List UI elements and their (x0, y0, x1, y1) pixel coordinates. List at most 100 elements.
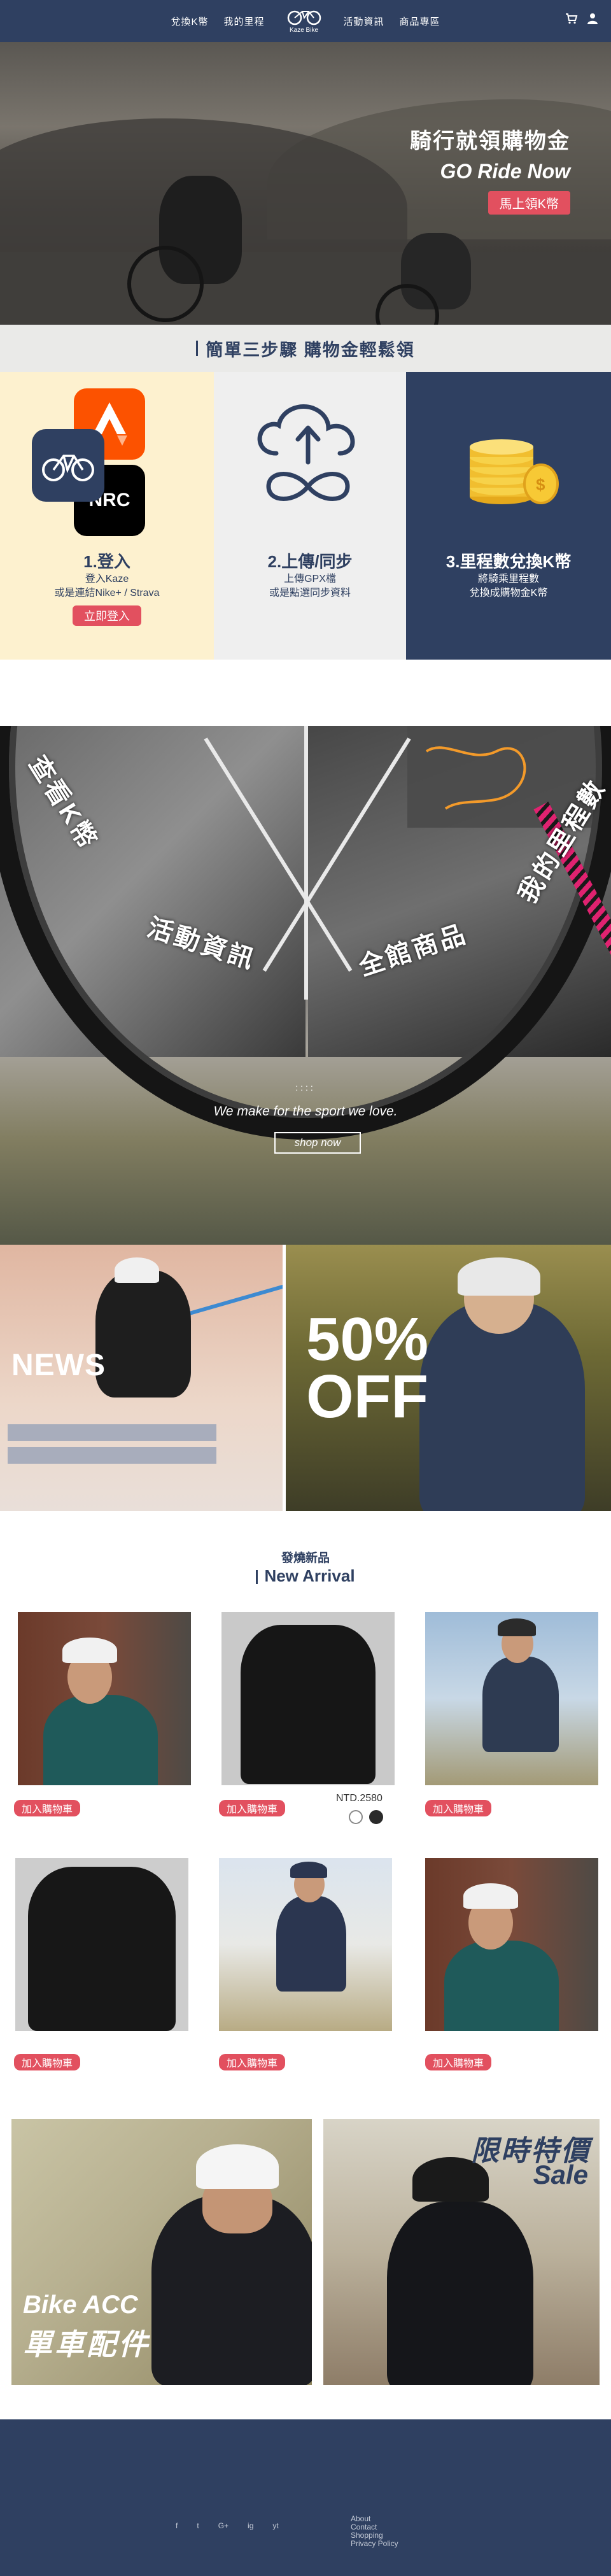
shop-now-button[interactable]: shop now (274, 1132, 361, 1154)
sale-rider (387, 2202, 533, 2385)
news-banner[interactable]: NEWS (0, 1245, 283, 1511)
add-to-cart-button[interactable]: 加入購物車 (425, 1800, 492, 1816)
news-title: NEWS (11, 1348, 106, 1382)
product-jersey (241, 1625, 376, 1784)
nav-item-coins[interactable]: 兌換K幣 (171, 15, 208, 28)
hero-banner: 騎行就領購物金 GO Ride Now 馬上領K幣 (0, 42, 611, 325)
step-login: NRC 1.登入 登入Kaze 或是連結Nike+ / Strava 立即登入 (0, 372, 214, 660)
top-nav: 兌換K幣 我的里程 Kaze Bike 活動資訊 商品專區 (0, 0, 611, 42)
news-rider (95, 1270, 191, 1398)
news-rider-helmet (115, 1257, 159, 1283)
sale-line: 50% (306, 1305, 429, 1373)
add-to-cart-button[interactable]: 加入購物車 (219, 1800, 286, 1816)
step-title: 2.上傳/同步 (267, 552, 353, 571)
step-exchange-caption: 3.里程數兌換K幣 將騎乘里程數 兌換成購物金K幣 (406, 549, 611, 600)
instagram-icon[interactable]: ig (248, 2521, 253, 2530)
step-desc-line: 登入Kaze (85, 574, 129, 584)
product-card[interactable] (219, 1858, 392, 2031)
twitter-icon[interactable]: t (197, 2521, 199, 2530)
product-card[interactable] (425, 1858, 598, 2031)
add-to-cart-button[interactable]: 加入購物車 (425, 2054, 492, 2070)
product-card[interactable] (221, 1612, 395, 1785)
acc-rider-helmet (196, 2144, 279, 2189)
sale-line: OFF (306, 1362, 428, 1431)
step-desc-line: 或是點選同步資料 (269, 588, 351, 598)
step-upload: 2.上傳/同步 上傳GPX檔 或是點選同步資料 (214, 372, 406, 660)
new-arrival-title-text: New Arrival (264, 1566, 355, 1585)
step-upload-caption: 2.上傳/同步 上傳GPX檔 或是點選同步資料 (214, 549, 406, 600)
login-button[interactable]: 立即登入 (73, 605, 141, 626)
step-login-caption: 1.登入 登入Kaze 或是連結Nike+ / Strava 立即登入 (0, 549, 214, 626)
product-model-helmet (463, 1883, 518, 1909)
step-desc-line: 或是連結Nike+ / Strava (54, 588, 160, 598)
hero-road (0, 252, 611, 325)
facebook-icon[interactable]: f (176, 2521, 178, 2530)
steps-title: 簡單三步驟 購物金輕鬆領 (206, 340, 415, 360)
bike-logo-icon (287, 10, 321, 25)
step-desc-line: 上傳GPX檔 (284, 574, 336, 584)
cloud-upload-sync-icon (257, 404, 355, 501)
product-jersey (482, 1657, 559, 1752)
product-jersey (276, 1896, 346, 1992)
google-plus-icon[interactable]: G+ (218, 2521, 228, 2530)
acc-title: Bike ACC (23, 2291, 138, 2319)
footer: f t G+ ig yt About Contact Shopping Priv… (0, 2419, 611, 2576)
steps-header: 簡單三步驟 購物金輕鬆領 (0, 325, 611, 372)
get-coins-button[interactable]: 馬上領K幣 (488, 191, 570, 215)
hero-headline: 騎行就領購物金 (410, 129, 570, 153)
step-title: 1.登入 (83, 552, 130, 571)
product-card[interactable] (15, 1858, 188, 2031)
product-model-helmet (498, 1618, 536, 1636)
product-jersey (444, 1941, 559, 2031)
new-arrival-title: New Arrival (0, 1566, 611, 1586)
limited-sale-banner[interactable]: 限時特價 Sale (323, 2119, 600, 2385)
step-title: 3.里程數兌換K幣 (446, 552, 572, 571)
nav-item-mileage[interactable]: 我的里程 (223, 15, 264, 28)
product-card[interactable] (18, 1612, 191, 1785)
product-jersey (43, 1695, 158, 1785)
sale-banner[interactable]: 50% OFF (286, 1245, 611, 1511)
coins-icon: $ (470, 439, 559, 504)
product-card[interactable] (425, 1612, 598, 1785)
cart-icon[interactable] (565, 13, 578, 24)
add-to-cart-button[interactable]: 加入購物車 (14, 1800, 81, 1816)
svg-text:$: $ (536, 475, 545, 494)
step-desc-line: 將騎乘里程數 (477, 574, 539, 584)
add-to-cart-button[interactable]: 加入購物車 (14, 2054, 81, 2070)
user-icon[interactable] (587, 13, 598, 24)
logo[interactable]: Kaze Bike (286, 9, 322, 34)
color-swatch-white[interactable] (349, 1810, 363, 1824)
wheel-dots: :::: (295, 1082, 316, 1093)
new-arrival-subtitle: 發燒新品 (281, 1552, 330, 1565)
logo-text: Kaze Bike (289, 26, 319, 34)
title-bar (256, 1570, 258, 1585)
acc-subtitle: 單車配件 (23, 2328, 150, 2361)
sale-rider-helmet (458, 1257, 540, 1296)
title-bar (196, 341, 199, 356)
footer-link-privacy[interactable]: Privacy Policy (351, 2540, 398, 2548)
footer-links: About Contact Shopping Privacy Policy (351, 2515, 398, 2548)
limited-sale-subtitle: Sale (533, 2160, 588, 2190)
product-jersey (28, 1867, 176, 2031)
color-swatch-black[interactable] (369, 1810, 383, 1824)
add-to-cart-button[interactable]: 加入購物車 (219, 2054, 286, 2070)
slogan: We make for the sport we love. (213, 1104, 398, 1119)
bike-tire (0, 726, 611, 1140)
accessories-banner[interactable]: Bike ACC 單車配件 (11, 2119, 312, 2385)
product-price: NTD.2580 (336, 1793, 383, 1804)
social-links: f t G+ ig yt (176, 2521, 279, 2530)
nav-item-events[interactable]: 活動資訊 (344, 15, 384, 28)
nav-icons (565, 13, 598, 24)
hero-text: 騎行就領購物金 GO Ride Now 馬上領K幣 (410, 124, 570, 215)
kaze-app-icon (32, 429, 104, 502)
youtube-icon[interactable]: yt (272, 2521, 278, 2530)
page: 兌換K幣 我的里程 Kaze Bike 活動資訊 商品專區 騎行就領購物金 GO… (0, 0, 611, 2576)
nav-item-shop[interactable]: 商品專區 (400, 15, 440, 28)
step-exchange: $ 3.里程數兌換K幣 將騎乘里程數 兌換成購物金K幣 (406, 372, 611, 660)
hero-subheadline: GO Ride Now (440, 160, 570, 183)
news-placeholder-bar (8, 1424, 216, 1441)
product-model-helmet (290, 1862, 327, 1878)
step-desc-line: 兌換成購物金K幣 (469, 588, 548, 598)
sale-percent: 50% OFF (306, 1305, 429, 1431)
product-model-helmet (62, 1638, 117, 1663)
